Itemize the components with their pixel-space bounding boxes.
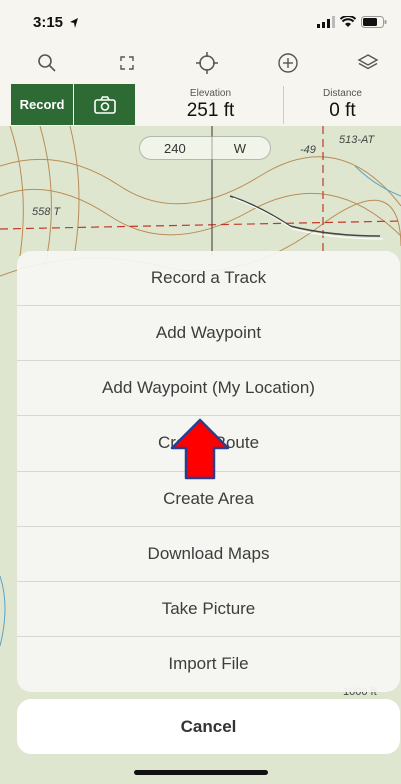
heading-direction: W [233,140,246,156]
status-time: 3:15 [33,14,64,31]
cancel-button[interactable]: Cancel [17,699,400,754]
distance-stat: Distance 0 ft [284,84,401,125]
menu-add-waypoint-my-location[interactable]: Add Waypoint (My Location) [17,361,400,417]
add-button[interactable] [274,50,302,76]
menu-record-track[interactable]: Record a Track [17,251,400,307]
distance-value: 0 ft [329,100,356,121]
search-icon [38,54,56,72]
elevation-label: Elevation [189,88,232,99]
expand-icon [120,56,134,70]
map-label: 558 T [32,206,61,218]
elevation-value: 251 ft [186,100,235,121]
map-label: -49 [300,144,316,156]
location-arrow-icon [70,18,78,28]
home-indicator [134,770,268,775]
wifi-icon [340,16,356,27]
locate-crosshair-icon [196,52,218,74]
distance-label: Distance [323,88,362,99]
menu-import-file[interactable]: Import File [17,637,400,692]
locate-button[interactable] [193,50,221,76]
camera-icon [93,95,116,114]
map-toolbar [0,44,401,82]
menu-take-picture[interactable]: Take Picture [17,582,400,637]
record-button[interactable]: Record [11,84,73,125]
menu-download-maps[interactable]: Download Maps [17,527,400,582]
search-button[interactable] [33,50,61,76]
stats-bar: Record Elevation 251 ft Distance 0 ft [0,82,401,126]
map-label: 513-AT [339,134,375,146]
annotation-arrow-icon [170,418,230,480]
layers-icon [357,54,379,70]
elevation-stat: Elevation 251 ft [138,84,283,125]
heading-value: 240 [164,140,186,156]
add-circle-icon [278,53,298,73]
menu-add-waypoint[interactable]: Add Waypoint [17,306,400,362]
status-bar: 3:15 [0,0,401,44]
camera-button[interactable] [74,84,135,125]
cellular-signal-icon [317,16,335,28]
layers-button[interactable] [354,50,382,76]
battery-icon [361,16,387,28]
expand-button[interactable] [113,50,141,76]
heading-indicator: 240 W [139,136,271,160]
status-icons [317,16,387,28]
